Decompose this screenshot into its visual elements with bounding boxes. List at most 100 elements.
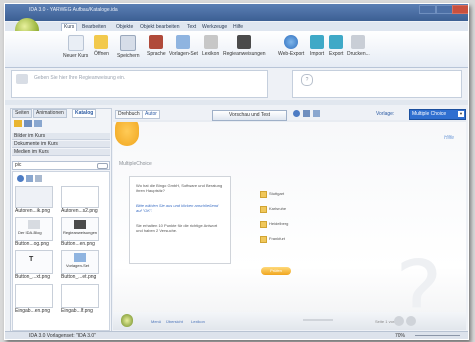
folder-icon [94, 35, 109, 49]
overview-link[interactable]: Übersicht [166, 319, 183, 324]
course-logo-icon [121, 314, 133, 327]
template-select-value: Multiple Choice [412, 111, 447, 117]
refresh-icon[interactable] [17, 175, 24, 182]
thumbnail[interactable]: Der IDA-Blog [15, 217, 53, 241]
printer-icon [351, 35, 366, 49]
menu-link[interactable]: Menü [151, 319, 161, 324]
editor-area: Drehbuch Autor Vorschau und Test Vorlage… [113, 108, 466, 330]
template-set-icon [176, 35, 191, 49]
check-answer-button[interactable]: Prüfen [261, 267, 291, 275]
clapperboard-icon [16, 74, 28, 84]
thumbnail[interactable] [61, 186, 99, 208]
list-item[interactable]: Button...en.png [61, 241, 95, 247]
zoom-slider[interactable] [415, 335, 460, 336]
grid-view-icon[interactable] [34, 120, 42, 127]
grid-icon[interactable] [313, 110, 320, 117]
question-text: Wo hat die Bingo GmbH, Software und Bera… [136, 183, 223, 193]
thumbnail[interactable]: Vorlagen-Set [61, 250, 99, 274]
new-course-label: Neuer Kurs [63, 53, 89, 59]
option-label: Stuttgart [269, 191, 285, 196]
clapperboard-icon [74, 220, 86, 229]
thumbnail[interactable] [15, 284, 53, 308]
lexicon-button[interactable]: Lexikon [202, 35, 219, 57]
print-button[interactable]: Drucken... [347, 35, 370, 57]
clapperboard-icon [237, 35, 252, 49]
folder-icon[interactable] [14, 120, 22, 127]
checkbox[interactable] [260, 206, 267, 213]
tab-animationen[interactable]: Animationen [33, 109, 67, 118]
blog-icon [28, 220, 40, 229]
import-button[interactable]: Import [310, 35, 324, 57]
thumbnail[interactable]: T [15, 250, 53, 274]
catalog-search-input[interactable]: pic [12, 161, 110, 170]
status-bar: IDA 3.0 Vorlagenset: "IDA 3.0" 70% [5, 331, 468, 339]
checkbox[interactable] [260, 236, 267, 243]
chevron-down-icon[interactable]: ▼ [458, 111, 464, 117]
option-label: Karlsruhe [269, 206, 287, 211]
view-icon[interactable] [303, 110, 310, 117]
next-page-icon[interactable] [406, 316, 416, 326]
stage-directions-button[interactable]: Regieanweisungen [223, 35, 266, 57]
lexicon-icon [203, 35, 218, 49]
tab-katalog[interactable]: Katalog [72, 109, 97, 118]
progress-track [303, 319, 333, 321]
list-item[interactable]: Autoren...ik.png [15, 208, 50, 214]
section-documents[interactable]: Dokumente im Kurs [12, 141, 110, 148]
web-export-button[interactable]: Web-Export [278, 35, 304, 57]
export-button[interactable]: Export [329, 35, 343, 57]
list-view-icon[interactable] [24, 120, 32, 127]
save-button[interactable]: Speichern [117, 35, 140, 59]
list-item[interactable]: Button_...xt.png [15, 274, 50, 280]
open-button[interactable]: Öffnen [94, 35, 109, 57]
section-images[interactable]: Bilder im Kurs [12, 133, 110, 140]
maximize-button[interactable] [436, 5, 453, 14]
tab-seiten[interactable]: Seiten [12, 109, 33, 118]
template-select[interactable]: Multiple Choice ▼ [409, 109, 466, 120]
preview-test-button[interactable]: Vorschau und Test [212, 110, 287, 121]
points-text: Sie erhalten 10 Punkte für die richtige … [136, 223, 218, 233]
left-pane: Seiten Animationen Katalog Bilder im Kur… [10, 108, 112, 332]
lexicon-label: Lexikon [202, 51, 220, 57]
save-label: Speichern [117, 53, 140, 59]
slide-canvas: Hilfe MultipleChoice Wo hat die Bingo Gm… [113, 122, 466, 330]
clear-search-icon[interactable] [97, 163, 108, 169]
thumbnail[interactable] [61, 284, 99, 308]
splitter-handle[interactable] [5, 100, 468, 105]
web-export-label: Web-Export [278, 51, 305, 57]
slide-nav-bar: Menü Übersicht Lexikon Seite 1 von 1 [113, 312, 466, 330]
list-item[interactable]: Eingab...en.png [15, 308, 50, 314]
thumbnail-caption: Regieanweisungen [63, 230, 98, 235]
checkbox[interactable] [260, 191, 267, 198]
lexicon-link[interactable]: Lexikon [191, 319, 205, 324]
left-pane-tabs: Seiten Animationen Katalog [11, 109, 111, 118]
thumbnail[interactable] [15, 186, 53, 208]
list-item[interactable]: Autoren...s2.png [61, 208, 98, 214]
template-set-button[interactable]: Vorlagen-Set [169, 35, 198, 57]
list-item[interactable]: Eingab...lf.png [61, 308, 93, 314]
minimize-button[interactable] [419, 5, 436, 14]
list-item[interactable]: Button_...et.png [61, 274, 96, 280]
close-button[interactable] [452, 5, 468, 14]
tab-autor[interactable]: Autor [142, 110, 160, 119]
option-label: Frankfurt [269, 236, 286, 241]
grid-icon[interactable] [35, 175, 42, 182]
list-item[interactable]: Button...og.png [15, 241, 49, 247]
template-set-icon [74, 253, 86, 262]
stage-directions-label: Regieanweisungen [223, 51, 266, 57]
language-button[interactable]: Sprache [147, 35, 166, 57]
view-icon[interactable] [26, 175, 33, 182]
ribbon: Neuer Kurs Öffnen Speichern Sprache Vorl… [5, 31, 468, 68]
globe-icon [284, 35, 299, 49]
section-media[interactable]: Medien im Kurs [12, 149, 110, 156]
tab-drehbuch[interactable]: Drehbuch [115, 110, 143, 119]
flag-icon [149, 35, 164, 49]
thumbnail[interactable]: Regieanweisungen [61, 217, 99, 241]
help-note-box[interactable]: ? [292, 70, 462, 98]
checkbox[interactable] [260, 221, 267, 228]
slide-heading: MultipleChoice [119, 161, 152, 167]
stage-direction-input[interactable]: Geben Sie hier Ihre Regieanweisung ein. [11, 70, 268, 98]
new-course-button[interactable]: Neuer Kurs [63, 35, 88, 59]
previous-page-icon[interactable] [394, 316, 404, 326]
refresh-icon[interactable] [293, 110, 300, 117]
help-link[interactable]: Hilfe [444, 135, 454, 141]
